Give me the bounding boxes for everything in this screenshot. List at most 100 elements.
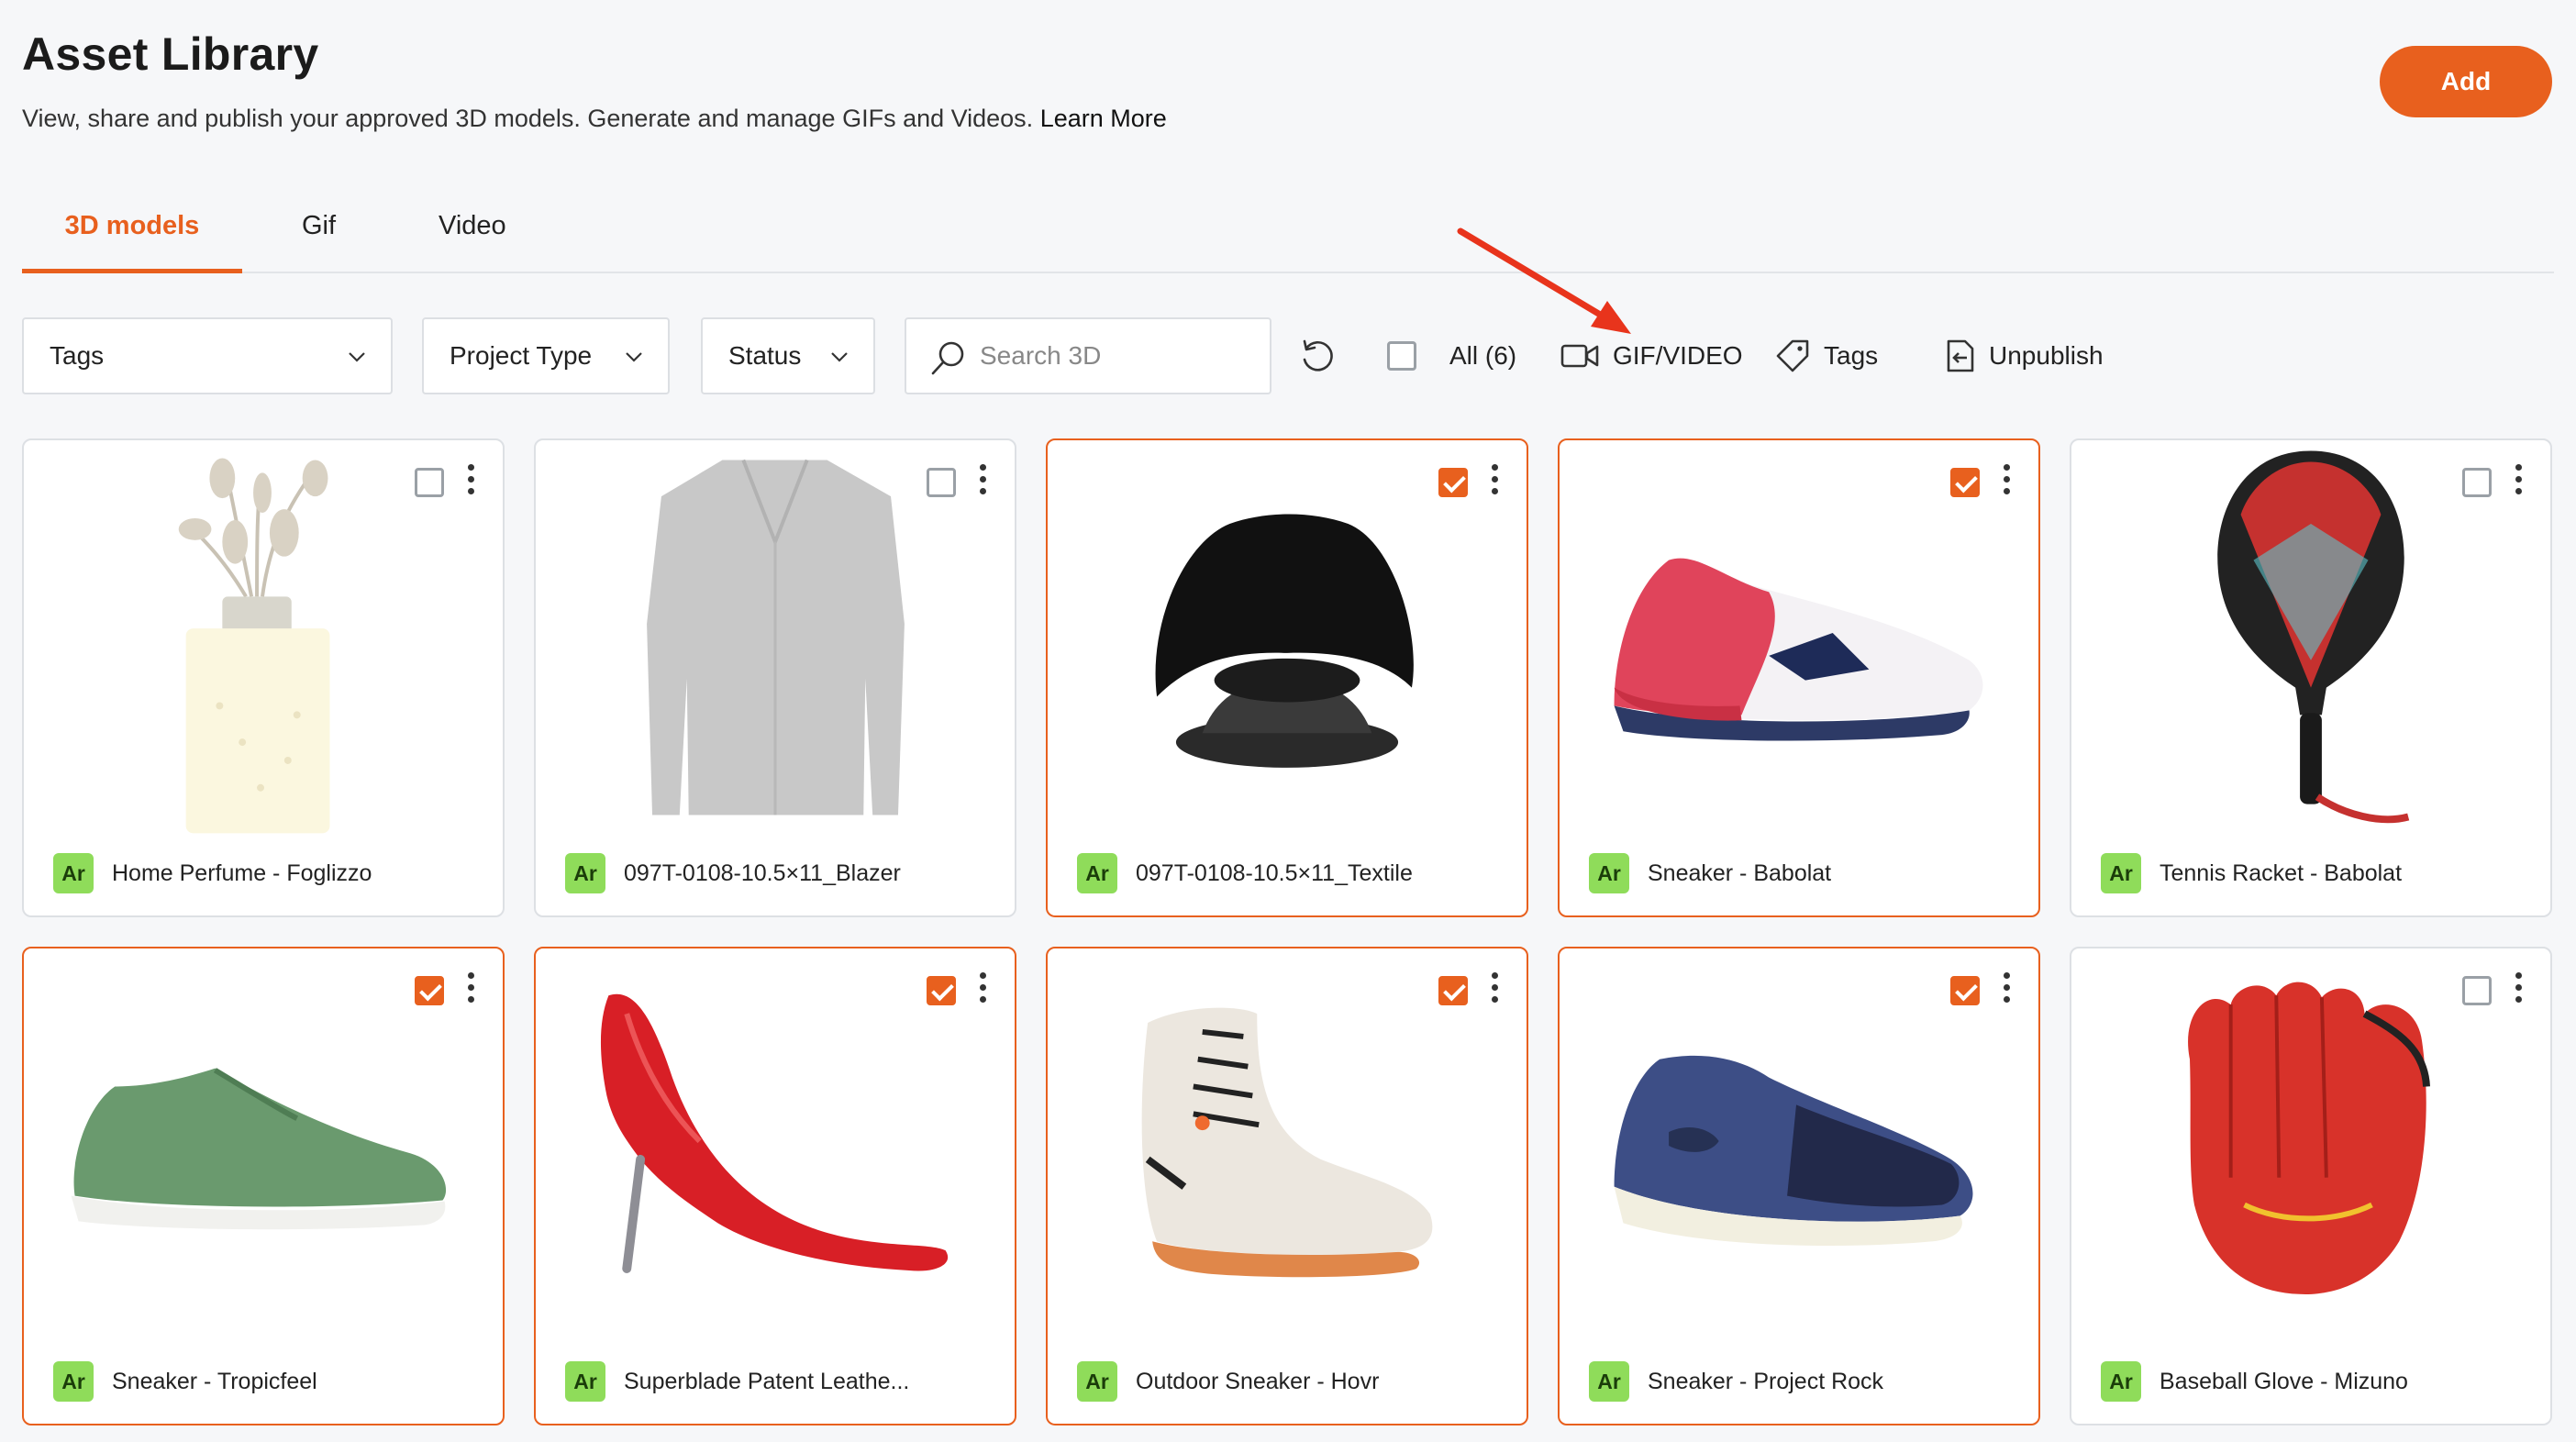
tags-action-label: Tags xyxy=(1824,341,1879,370)
asset-checkbox[interactable] xyxy=(415,468,444,497)
status-dropdown[interactable]: Status xyxy=(701,317,875,394)
search-input[interactable]: Search 3D xyxy=(905,317,1271,394)
asset-name: Sneaker - Project Rock xyxy=(1648,1368,1884,1394)
card-footer: Ar 097T-0108-10.5×11_Textile xyxy=(1048,831,1527,915)
card-footer: Ar Tennis Racket - Babolat xyxy=(2071,831,2550,915)
asset-checkbox[interactable] xyxy=(927,976,956,1005)
unpublish-label: Unpublish xyxy=(1989,341,2104,370)
tab-video[interactable]: Video xyxy=(439,211,506,273)
status-label: Status xyxy=(728,341,802,370)
refresh-icon xyxy=(1303,339,1333,372)
ar-badge: Ar xyxy=(53,1361,94,1402)
project-type-label: Project Type xyxy=(450,341,593,370)
asset-checkbox[interactable] xyxy=(1950,976,1980,1005)
search-icon xyxy=(931,341,964,375)
card-footer: Ar Sneaker - Project Rock xyxy=(1560,1339,2038,1424)
card-footer: Ar Home Perfume - Foglizzo xyxy=(24,831,503,915)
ar-badge: Ar xyxy=(565,1361,605,1402)
gif-video-button[interactable]: GIF/VIDEO xyxy=(1560,317,1743,394)
asset-card[interactable]: Ar 097T-0108-10.5×11_Textile xyxy=(1046,438,1528,917)
subtitle-text: View, share and publish your approved 3D… xyxy=(22,105,1034,132)
add-button[interactable]: Add xyxy=(2380,46,2552,117)
asset-card[interactable]: Ar Tennis Racket - Babolat xyxy=(2070,438,2552,917)
select-all-label[interactable]: All (6) xyxy=(1449,317,1516,394)
card-footer: Ar Baseball Glove - Mizuno xyxy=(2071,1339,2550,1424)
tab-3d-models[interactable]: 3D models xyxy=(22,211,242,273)
asset-card[interactable]: Ar Home Perfume - Foglizzo xyxy=(22,438,505,917)
card-footer: Ar Outdoor Sneaker - Hovr xyxy=(1048,1339,1527,1424)
unpublish-icon xyxy=(1947,339,1974,372)
tags-dropdown[interactable]: Tags xyxy=(22,317,393,394)
card-footer: Ar Sneaker - Tropicfeel xyxy=(24,1339,503,1424)
more-options-icon[interactable] xyxy=(2002,464,2011,501)
asset-card[interactable]: Ar Outdoor Sneaker - Hovr xyxy=(1046,947,1528,1425)
glove-icon xyxy=(2188,982,2430,1294)
chevron-down-icon xyxy=(349,352,365,362)
asset-name: Sneaker - Babolat xyxy=(1648,860,1832,886)
textile-stand-icon xyxy=(1155,514,1414,768)
tags-action-button[interactable]: Tags xyxy=(1774,317,1878,394)
learn-more-link[interactable]: Learn More xyxy=(1040,105,1167,132)
chevron-down-icon xyxy=(831,352,848,362)
select-all-box[interactable] xyxy=(1387,341,1416,371)
more-options-icon[interactable] xyxy=(978,464,987,501)
asset-checkbox[interactable] xyxy=(2462,468,2492,497)
ar-badge: Ar xyxy=(1077,1361,1117,1402)
asset-card[interactable]: Ar Superblade Patent Leathe... xyxy=(534,947,1016,1425)
tags-dropdown-label: Tags xyxy=(50,341,105,370)
asset-checkbox[interactable] xyxy=(927,468,956,497)
card-footer: Ar 097T-0108-10.5×11_Blazer xyxy=(536,831,1015,915)
more-options-icon[interactable] xyxy=(466,972,475,1009)
page-title: Asset Library xyxy=(22,28,319,80)
asset-name: Sneaker - Tropicfeel xyxy=(112,1368,317,1394)
project-type-dropdown[interactable]: Project Type xyxy=(422,317,670,394)
asset-card[interactable]: Ar Sneaker - Babolat xyxy=(1558,438,2040,917)
asset-card[interactable]: Ar Sneaker - Tropicfeel xyxy=(22,947,505,1425)
asset-tabs: 3D models Gif Video xyxy=(22,193,2554,273)
chevron-down-icon xyxy=(626,352,642,362)
asset-checkbox[interactable] xyxy=(415,976,444,1005)
ar-badge: Ar xyxy=(1589,853,1629,893)
unpublish-button[interactable]: Unpublish xyxy=(1945,317,2104,394)
high-heel-icon xyxy=(600,993,949,1273)
sneaker-icon xyxy=(1614,1055,1973,1246)
more-options-icon[interactable] xyxy=(2002,972,2011,1009)
more-options-icon[interactable] xyxy=(978,972,987,1009)
asset-name: 097T-0108-10.5×11_Blazer xyxy=(624,860,901,886)
asset-card[interactable]: Ar 097T-0108-10.5×11_Blazer xyxy=(534,438,1016,917)
asset-checkbox[interactable] xyxy=(1950,468,1980,497)
refresh-button[interactable] xyxy=(1297,317,1350,394)
ar-badge: Ar xyxy=(53,853,94,893)
asset-name: 097T-0108-10.5×11_Textile xyxy=(1136,860,1413,886)
ar-badge: Ar xyxy=(1589,1361,1629,1402)
more-options-icon[interactable] xyxy=(466,464,475,501)
ar-badge: Ar xyxy=(2101,1361,2141,1402)
vase-icon xyxy=(178,458,330,834)
more-options-icon[interactable] xyxy=(1490,464,1499,501)
asset-card[interactable]: Ar Sneaker - Project Rock xyxy=(1558,947,2040,1425)
more-options-icon[interactable] xyxy=(2514,464,2523,501)
asset-checkbox[interactable] xyxy=(1438,976,1468,1005)
filter-toolbar: Tags Project Type Status Search 3D All (… xyxy=(22,317,2554,394)
ar-badge: Ar xyxy=(565,853,605,893)
asset-name: Baseball Glove - Mizuno xyxy=(2160,1368,2408,1394)
asset-checkbox[interactable] xyxy=(1438,468,1468,497)
asset-checkbox[interactable] xyxy=(2462,976,2492,1005)
blazer-icon xyxy=(647,459,905,815)
padel-racket-icon xyxy=(2217,450,2410,824)
more-options-icon[interactable] xyxy=(1490,972,1499,1009)
ar-badge: Ar xyxy=(2101,853,2141,893)
sneaker-icon xyxy=(71,1068,447,1230)
asset-name: Tennis Racket - Babolat xyxy=(2160,860,2403,886)
sneaker-icon xyxy=(1614,558,1983,741)
select-all-checkbox[interactable] xyxy=(1387,317,1416,394)
page-header: Asset Library View, share and publish yo… xyxy=(22,28,1167,133)
page-subtitle: View, share and publish your approved 3D… xyxy=(22,105,1167,133)
video-camera-icon xyxy=(1560,344,1599,368)
tag-icon xyxy=(1776,339,1809,372)
tab-gif[interactable]: Gif xyxy=(302,211,336,273)
asset-card[interactable]: Ar Baseball Glove - Mizuno xyxy=(2070,947,2552,1425)
asset-name: Home Perfume - Foglizzo xyxy=(112,860,372,886)
card-footer: Ar Superblade Patent Leathe... xyxy=(536,1339,1015,1424)
more-options-icon[interactable] xyxy=(2514,972,2523,1009)
